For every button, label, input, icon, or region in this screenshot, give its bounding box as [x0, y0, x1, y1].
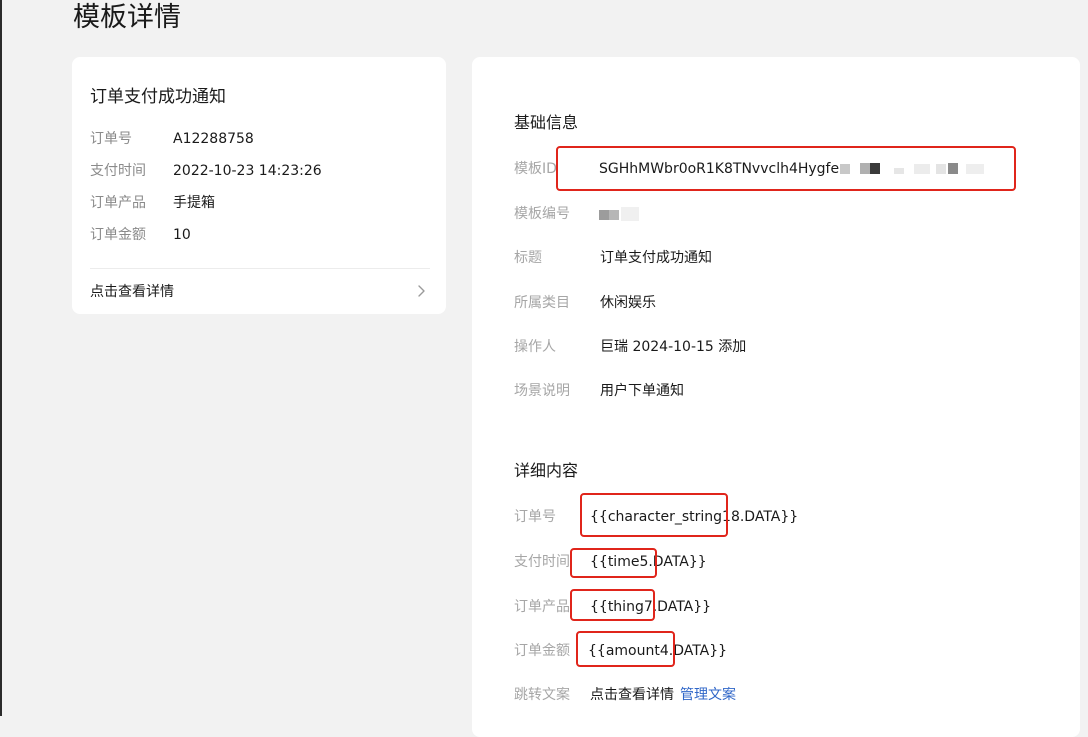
field-label: 所属类目 [514, 295, 570, 311]
field-template-id: 模板ID SGHhMWbr0oR1K8TNvvclh4Hygfe [514, 158, 1074, 180]
order-row-value: A12288758 [173, 131, 254, 147]
field-label: 模板ID [514, 161, 557, 177]
view-details-label: 点击查看详情 [90, 284, 174, 300]
order-row-label: 订单金额 [90, 227, 146, 243]
jump-value-group: 点击查看详情 管理文案 [590, 684, 736, 706]
field-category: 所属类目 休闲娱乐 [514, 292, 1074, 314]
detail-row-time: 支付时间 {{time5.DATA}} [514, 551, 1074, 573]
template-detail-card: 基础信息 模板ID SGHhMWbr0oR1K8TNvvclh4Hygfe 模板… [472, 57, 1080, 737]
jump-text-value: 点击查看详情 [590, 687, 674, 703]
view-details-link[interactable]: 点击查看详情 [90, 281, 430, 303]
field-value: 用户下单通知 [600, 383, 684, 399]
redacted-mosaic [599, 207, 645, 221]
field-label: 跳转文案 [514, 687, 570, 703]
order-preview-card: 订单支付成功通知 订单号 A12288758 支付时间 2022-10-23 1… [72, 57, 446, 314]
order-card-title: 订单支付成功通知 [90, 87, 226, 107]
field-label: 模板编号 [514, 206, 570, 222]
order-row-label: 订单号 [90, 131, 132, 147]
field-value: {{character_string18.DATA}} [590, 509, 799, 525]
field-label: 订单金额 [514, 643, 570, 659]
detail-row-amount: 订单金额 {{amount4.DATA}} [514, 640, 1074, 662]
field-label: 订单产品 [514, 599, 570, 615]
field-label: 支付时间 [514, 554, 570, 570]
field-scene: 场景说明 用户下单通知 [514, 380, 1074, 402]
order-row-value: 手提箱 [173, 195, 215, 211]
field-label: 操作人 [514, 339, 556, 355]
order-row-label: 支付时间 [90, 163, 146, 179]
field-value: 订单支付成功通知 [600, 250, 712, 266]
detail-row-product: 订单产品 {{thing7.DATA}} [514, 596, 1074, 618]
window-edge [0, 0, 2, 716]
redacted-mosaic [840, 162, 990, 176]
field-label: 订单号 [514, 509, 556, 525]
field-operator: 操作人 巨瑞 2024-10-15 添加 [514, 336, 1074, 358]
field-value: {{amount4.DATA}} [588, 643, 728, 659]
chevron-right-icon [418, 285, 425, 297]
manage-copy-link[interactable]: 管理文案 [680, 687, 736, 703]
detail-row-number: 订单号 {{character_string18.DATA}} [514, 506, 1074, 528]
card-divider [90, 268, 430, 269]
field-label: 标题 [514, 250, 542, 266]
order-row-value: 2022-10-23 14:23:26 [173, 163, 322, 179]
detail-row-jump: 跳转文案 点击查看详情 管理文案 [514, 684, 1074, 706]
field-value: {{time5.DATA}} [590, 554, 707, 570]
field-template-no: 模板编号 [514, 203, 1074, 225]
page-title: 模板详情 [73, 2, 181, 33]
order-row-label: 订单产品 [90, 195, 146, 211]
field-value: {{thing7.DATA}} [590, 599, 712, 615]
detail-content-title: 详细内容 [514, 461, 579, 480]
field-value: 巨瑞 2024-10-15 添加 [600, 339, 747, 355]
field-label: 场景说明 [514, 383, 570, 399]
order-row-value: 10 [173, 227, 191, 243]
template-id-value: SGHhMWbr0oR1K8TNvvclh4Hygfe [599, 161, 840, 177]
field-title: 标题 订单支付成功通知 [514, 247, 1074, 269]
field-value: 休闲娱乐 [600, 295, 656, 311]
basic-info-title: 基础信息 [514, 113, 579, 132]
